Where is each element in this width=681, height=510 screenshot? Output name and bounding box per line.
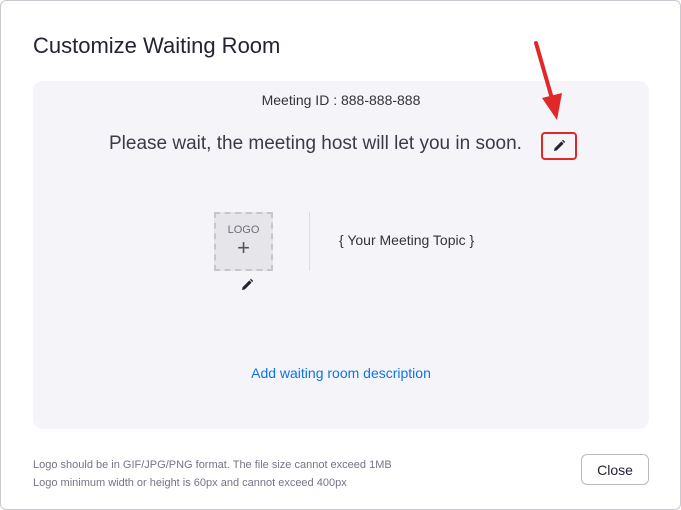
edit-title-button[interactable] xyxy=(541,132,577,160)
note-line-1: Logo should be in GIF/JPG/PNG format. Th… xyxy=(33,459,392,471)
close-button[interactable]: Close xyxy=(581,454,649,485)
logo-upload-box[interactable]: LOGO + xyxy=(214,212,273,271)
pencil-icon xyxy=(554,139,566,151)
note-line-2: Logo minimum width or height is 60px and… xyxy=(33,477,347,489)
divider xyxy=(309,212,310,271)
waiting-room-preview: Meeting ID : 888-888-888 Please wait, th… xyxy=(33,81,649,429)
add-description-link[interactable]: Add waiting room description xyxy=(33,365,649,381)
customize-waiting-room-dialog: Customize Waiting Room Meeting ID : 888-… xyxy=(0,0,681,510)
plus-icon: + xyxy=(237,235,250,260)
logo-requirements-note: Logo should be in GIF/JPG/PNG format. Th… xyxy=(33,456,392,492)
dialog-title: Customize Waiting Room xyxy=(33,33,281,58)
meeting-topic[interactable]: { Your Meeting Topic } xyxy=(339,232,474,248)
red-arrow-annotation xyxy=(534,41,562,120)
waiting-message: Please wait, the meeting host will let y… xyxy=(109,133,522,154)
pencil-icon xyxy=(242,278,254,290)
edit-logo-button[interactable] xyxy=(238,276,256,294)
